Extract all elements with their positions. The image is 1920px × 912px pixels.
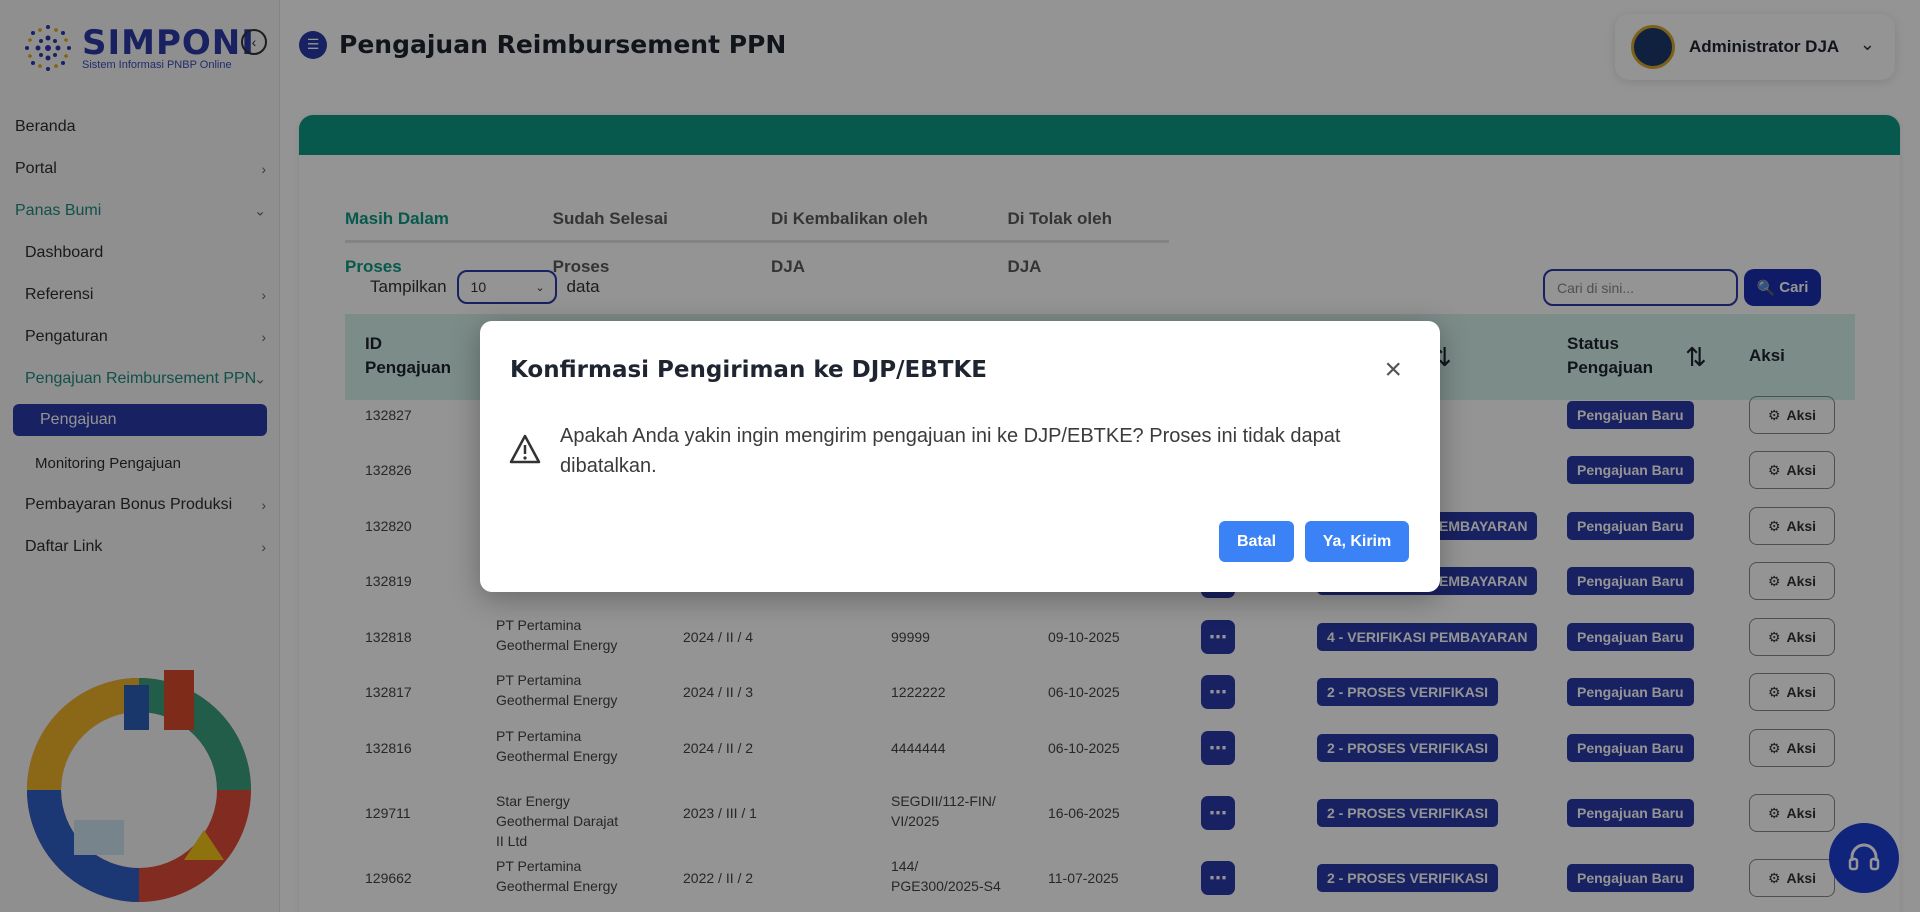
cancel-button[interactable]: Batal bbox=[1219, 521, 1294, 562]
dialog-message: Apakah Anda yakin ingin mengirim pengaju… bbox=[560, 425, 1341, 477]
warning-icon bbox=[509, 434, 541, 464]
dialog-title: Konfirmasi Pengiriman ke DJP/EBTKE bbox=[510, 357, 987, 383]
close-icon[interactable]: × bbox=[1384, 355, 1402, 385]
confirm-dialog: Konfirmasi Pengiriman ke DJP/EBTKE × Apa… bbox=[480, 321, 1440, 592]
confirm-send-button[interactable]: Ya, Kirim bbox=[1305, 521, 1409, 562]
